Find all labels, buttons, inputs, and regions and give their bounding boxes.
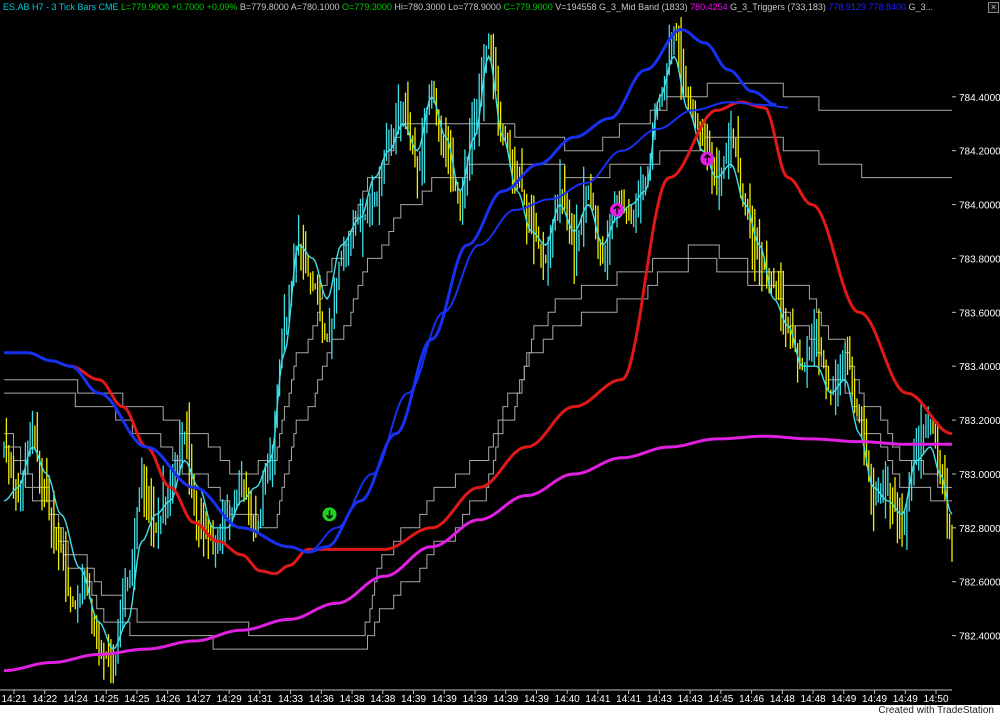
status-item: (1833) — [659, 2, 688, 12]
status-item: G_3_Mid Band — [597, 2, 660, 12]
y-tick-label: 784.0000 — [959, 201, 1000, 212]
y-tick-label: 784.4000 — [959, 93, 1000, 104]
status-item: G_3... — [906, 2, 933, 12]
status-item: G_3_Triggers — [728, 2, 786, 12]
x-tick-label: 14:40 — [555, 694, 580, 705]
x-tick-label: 14:39 — [493, 694, 518, 705]
footer-bar — [0, 705, 1000, 717]
status-item: O=779.3000 — [340, 2, 392, 12]
price-chart[interactable]: 784.4000 784.2000 784.0000 783.8000 783.6000… — [0, 0, 1000, 705]
x-tick-label: 14:39 — [462, 694, 487, 705]
status-item: Lo=778.9000 — [446, 2, 501, 12]
status-item: C=779.9000 — [501, 2, 553, 12]
x-tick-label: 14:45 — [708, 694, 733, 705]
x-tick-label: 14:36 — [309, 694, 334, 705]
status-item: B=779.8000 — [237, 2, 288, 12]
x-tick-label: 14:49 — [831, 694, 856, 705]
status-item: V=194558 — [553, 2, 597, 12]
x-tick-label: 14:21 — [1, 694, 26, 705]
x-tick-label: 14:22 — [32, 694, 57, 705]
status-item: (733,183) — [785, 2, 826, 12]
x-tick-label: 14:38 — [370, 694, 395, 705]
x-tick-label: 14:29 — [217, 694, 242, 705]
y-tick-label: 783.0000 — [959, 470, 1000, 481]
status-item: L=779.9000 — [119, 2, 169, 12]
status-item: +0.09% — [204, 2, 237, 12]
x-tick-label: 14:46 — [739, 694, 764, 705]
status-item: +0.7000 — [169, 2, 204, 12]
y-tick-label: 782.6000 — [959, 578, 1000, 589]
x-tick-label: 14:48 — [801, 694, 826, 705]
chart-window: 784.4000 784.2000 784.0000 783.8000 783.6000… — [0, 0, 1000, 705]
x-tick-label: 14:26 — [155, 694, 180, 705]
status-item: 778.8400 — [866, 2, 906, 12]
x-tick-label: 14:49 — [862, 694, 887, 705]
status-item: Hi=780.3000 — [392, 2, 446, 12]
y-tick-label: 783.2000 — [959, 416, 1000, 427]
x-tick-label: 14:48 — [770, 694, 795, 705]
x-tick-label: 14:49 — [893, 694, 918, 705]
x-tick-label: 14:25 — [94, 694, 119, 705]
x-tick-label: 14:43 — [678, 694, 703, 705]
x-tick-label: 14:25 — [124, 694, 149, 705]
x-tick-label: 14:39 — [524, 694, 549, 705]
x-tick-label: 14:39 — [432, 694, 457, 705]
y-tick-label: 782.4000 — [959, 632, 1000, 643]
credit-label: Created with TradeStation — [878, 705, 994, 716]
status-bar: ES.AB H7 - 3 Tick Bars CME L=779.9000 +0… — [3, 2, 933, 12]
y-tick-label: 783.4000 — [959, 362, 1000, 373]
status-item: A=780.1000 — [289, 2, 340, 12]
x-tick-label: 14:41 — [616, 694, 641, 705]
y-tick-label: 784.2000 — [959, 147, 1000, 158]
x-tick-label: 14:39 — [401, 694, 426, 705]
close-icon[interactable]: × — [988, 2, 999, 13]
x-tick-label: 14:38 — [340, 694, 365, 705]
status-item: ES.AB H7 - 3 Tick Bars CME — [3, 2, 119, 12]
x-tick-label: 14:41 — [585, 694, 610, 705]
status-item: 780.4254 — [688, 2, 728, 12]
x-tick-label: 14:50 — [923, 694, 948, 705]
y-tick-label: 783.6000 — [959, 308, 1000, 319]
x-tick-label: 14:24 — [63, 694, 88, 705]
x-tick-label: 14:33 — [278, 694, 303, 705]
x-tick-label: 14:31 — [247, 694, 272, 705]
x-tick-label: 14:27 — [186, 694, 211, 705]
y-tick-label: 783.8000 — [959, 254, 1000, 265]
y-tick-label: 782.8000 — [959, 524, 1000, 535]
x-tick-label: 14:43 — [647, 694, 672, 705]
status-item: 778.9129 — [826, 2, 866, 12]
